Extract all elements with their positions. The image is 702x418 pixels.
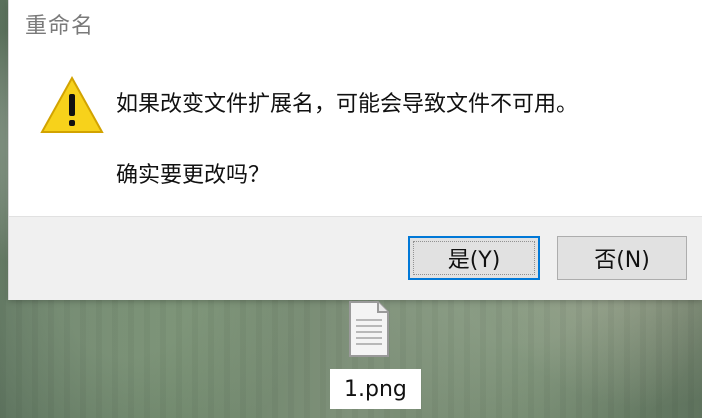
- dialog-message: 如果改变文件扩展名，可能会导致文件不可用。: [116, 92, 579, 117]
- dialog-confirm: 确实要更改吗？: [116, 163, 271, 188]
- no-button[interactable]: 否(N): [557, 236, 687, 280]
- file-icon[interactable]: [344, 300, 394, 360]
- warning-icon: [40, 74, 104, 138]
- yes-button[interactable]: 是(Y): [408, 236, 540, 280]
- rename-dialog: 重命名 如果改变文件扩展名，可能会导致文件不可用。 确实要更改吗？ 是(Y) 否…: [9, 0, 702, 300]
- dialog-titlebar: 重命名: [9, 0, 702, 49]
- dialog-title: 重命名: [25, 14, 95, 39]
- file-label[interactable]: 1.png: [330, 369, 421, 409]
